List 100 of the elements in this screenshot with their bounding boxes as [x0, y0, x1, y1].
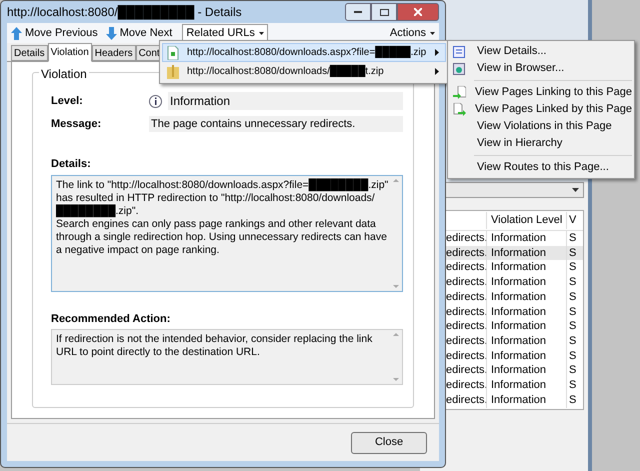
table-cell: Information	[486, 244, 566, 262]
field-label: Recommended Action:	[51, 312, 172, 326]
move-previous-button[interactable]: Move Previous	[11, 24, 98, 42]
table-cell-text: edirects.	[446, 231, 486, 246]
table-cell: S	[566, 392, 576, 408]
menu-item[interactable]: http://localhost:8080/downloads.aspx?file=█████.zip	[162, 43, 446, 62]
folder-file-icon	[167, 64, 179, 78]
caret-icon	[572, 188, 579, 192]
minimize-button[interactable]	[345, 3, 371, 21]
table-cell: S	[566, 348, 576, 364]
table-cell: Information	[486, 376, 566, 394]
details-paragraph: Search engines can only pass page rankings and other relevant data through a single redirection hop. Using unnecessary redirects can have a negative impact on page ranking.	[56, 218, 388, 256]
table-cell: Information	[486, 318, 566, 335]
column-header[interactable]: V	[566, 212, 576, 229]
actions-button[interactable]: Actions	[390, 24, 435, 42]
table-cell: S	[566, 259, 576, 276]
table-cell-text: edirects.	[446, 363, 486, 378]
table-cell: Information	[486, 362, 566, 379]
recommended-text-area[interactable]: If redirection is not the intended behavior, consider replacing the link URL to point directly to the destination URL.	[51, 329, 403, 385]
table-cell-text: edirects.	[446, 275, 486, 290]
dropdown-field[interactable]	[445, 182, 584, 198]
menu-item[interactable]: View in Browser...	[450, 60, 632, 77]
field-value: The page contains unnecessary redirects.	[149, 116, 403, 132]
submenu-arrow-icon	[435, 68, 439, 75]
details-paragraph: The link to "http://localhost:8080/downloads.aspx?file=████████.zip" has resulted in HTTP redirection to "http://localhost:8080/downloads/████████.zip".	[56, 178, 390, 218]
window-title: http://localhost:8080/█████████ - Details	[7, 4, 242, 21]
table-cell-text: edirects.	[446, 260, 486, 276]
menu-item-label: View in Browser...	[477, 61, 564, 76]
table-row[interactable]: edirects. Information S	[446, 260, 583, 276]
page-arrow-icon	[453, 103, 466, 116]
table-cell: Information	[486, 332, 566, 350]
menu-item-label: View in Hierarchy	[477, 136, 562, 152]
document-icon	[453, 46, 465, 58]
page-icon	[167, 46, 179, 60]
table-cell-text: edirects.	[446, 304, 486, 320]
menu-item-label: View Pages Linked by this Page	[475, 102, 632, 118]
submenu-arrow-icon	[435, 49, 439, 56]
table-cell: Information	[486, 304, 566, 320]
table-cell: S	[566, 376, 576, 394]
table-cell: Information	[486, 348, 566, 364]
field-label: Message:	[51, 116, 102, 132]
table-cell-text: edirects.	[446, 378, 486, 393]
menu-item[interactable]: http://localhost:8080/downloads/█████t.zip	[162, 62, 446, 81]
up-arrow-icon	[11, 26, 22, 40]
menu-item[interactable]: View Routes to this Page...	[450, 159, 632, 176]
table-cell: Information	[486, 274, 566, 291]
menu-item-label: View Violations in this Page	[477, 119, 612, 134]
details-text-area[interactable]	[51, 174, 403, 292]
caret-icon	[430, 32, 435, 34]
tab[interactable]: Headers	[92, 45, 136, 61]
table-cell: Information	[486, 259, 566, 276]
info-icon	[149, 94, 162, 108]
table-cell-text: edirects.	[446, 290, 486, 305]
menu-item-label: View Routes to this Page...	[477, 160, 609, 176]
column-header[interactable]: Violation Level	[486, 212, 566, 229]
table-cell-text: edirects.	[446, 334, 486, 349]
recommended-text: If redirection is not the intended behavior, consider replacing the link URL to point directly to the destination URL.	[56, 333, 374, 360]
table-row[interactable]: edirects. Information S	[446, 392, 583, 408]
down-arrow-icon	[106, 26, 117, 40]
maximize-button[interactable]	[371, 3, 397, 21]
field-label: Details:	[51, 157, 92, 172]
table-row[interactable]: edirects. Information S	[446, 304, 583, 320]
move-next-button[interactable]: Move Next	[106, 24, 172, 42]
table-row[interactable]: edirects. Information S	[446, 363, 583, 378]
menu-item[interactable]: View Details...	[450, 43, 632, 60]
menu-item-label: http://localhost:8080/downloads.aspx?file=█████.zip	[187, 45, 426, 60]
table-cell-text: edirects.	[446, 319, 486, 334]
table-cell: S	[566, 318, 576, 335]
table-cell: S	[566, 244, 576, 262]
close-button[interactable]	[397, 3, 439, 21]
table-row[interactable]: edirects. Information S	[446, 334, 583, 348]
pages-arrow-icon	[453, 86, 466, 99]
table-cell: Information	[486, 392, 566, 408]
table-cell-text: edirects.	[446, 392, 486, 408]
menu-item[interactable]: View Pages Linking to this Page	[450, 84, 632, 101]
close-icon	[414, 8, 422, 16]
table-row[interactable]: edirects. Information S	[446, 275, 583, 290]
table-row[interactable]: edirects. Information S	[446, 378, 583, 393]
tab[interactable]: Violation	[48, 43, 92, 62]
table-cell: S	[566, 288, 576, 306]
caret-icon	[258, 32, 264, 35]
menu-item[interactable]: View Violations in this Page	[450, 118, 632, 135]
table-row[interactable]: edirects. Information S	[446, 246, 583, 260]
menu-item-label: View Pages Linking to this Page	[475, 85, 632, 100]
table-cell: S	[566, 304, 576, 320]
browser-icon	[453, 62, 465, 74]
table-cell: S	[566, 332, 576, 350]
table-cell-text: edirects.	[446, 348, 486, 364]
table-cell: S	[566, 362, 576, 379]
table-row[interactable]: edirects. Information S	[446, 348, 583, 364]
table-row[interactable]: edirects. Information S	[446, 290, 583, 304]
menu-item[interactable]: View Pages Linked by this Page	[450, 101, 632, 118]
menu-item-label: http://localhost:8080/downloads/█████t.zip	[187, 64, 384, 79]
table-row[interactable]: edirects. Information S	[446, 319, 583, 334]
menu-item[interactable]: View in Hierarchy	[450, 135, 632, 152]
close-dialog-button[interactable]: Close	[351, 432, 427, 454]
table-cell-text: edirects.	[446, 246, 486, 261]
field-label: Level:	[51, 94, 84, 109]
table-cell: Information	[486, 288, 566, 306]
tab[interactable]: Details	[11, 45, 48, 61]
